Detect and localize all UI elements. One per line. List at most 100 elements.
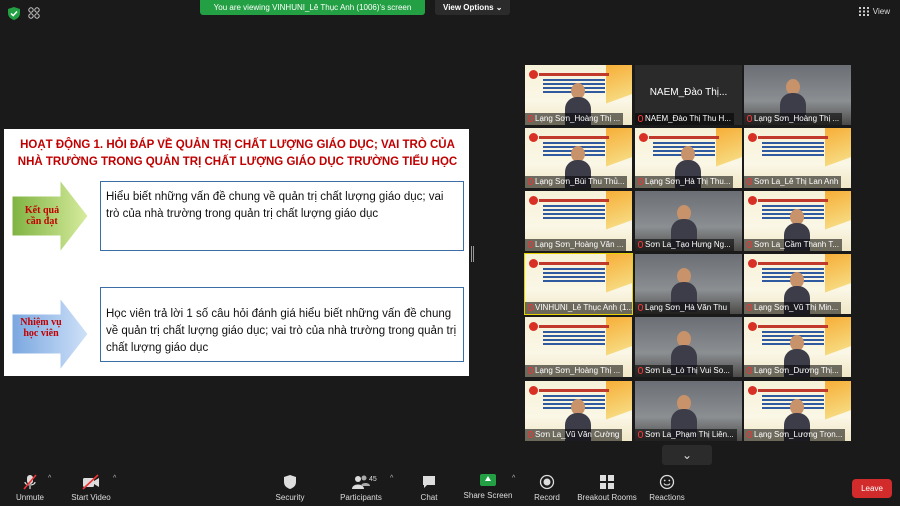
participant-tile[interactable]: Lạng Sơn_Vũ Thị Min...	[744, 254, 851, 314]
slide-heading-band	[649, 136, 719, 139]
video-options-caret-icon[interactable]: ^	[113, 475, 116, 482]
arrow-label-nhiem-vu: Nhiệm vụ học viên	[20, 317, 62, 339]
emblem-icon	[748, 386, 757, 395]
participants-icon	[352, 475, 370, 489]
microphone-muted-icon	[638, 304, 643, 311]
participant-name: Lạng Sơn_Vũ Thị Min...	[754, 303, 839, 312]
microphone-muted-icon	[528, 304, 533, 311]
microphone-muted-icon	[747, 178, 752, 185]
record-label: Record	[534, 493, 560, 502]
microphone-muted-icon	[638, 431, 643, 438]
participants-button[interactable]: Participants	[336, 474, 386, 502]
chat-button[interactable]: Chat	[414, 474, 444, 502]
slide-text-lines	[543, 395, 605, 397]
emblem-icon	[748, 196, 757, 205]
participant-name-label: Sơn La_Lê Thị Lan Anh	[744, 176, 842, 188]
participant-big-name: NAEM_Đào Thị...	[649, 87, 728, 98]
share-options-caret-icon[interactable]: ^	[512, 475, 515, 482]
share-screen-button[interactable]: Share Screen	[462, 474, 514, 500]
emblem-icon	[529, 133, 538, 142]
security-label: Security	[275, 493, 305, 502]
participant-name-label: Sơn La_Vũ Văn Cường	[525, 429, 623, 441]
emblem-icon	[748, 322, 757, 331]
breakout-rooms-label: Breakout Rooms	[577, 493, 637, 502]
participant-tile[interactable]: Sơn La_Vũ Văn Cường	[525, 381, 632, 441]
participant-name: Sơn La_Lò Thị Vui So...	[645, 366, 730, 375]
video-camera-off-icon	[82, 474, 99, 490]
participant-tile[interactable]: Sơn La_Cầm Thanh T...	[744, 191, 851, 251]
participant-name: Lạng Sơn_Hoàng Thị ...	[535, 114, 621, 123]
participant-name-label: Lạng Sơn_Hà Thị Thu...	[635, 176, 734, 188]
participant-name-label: Lạng Sơn_Bùi Thu Thủ...	[525, 176, 628, 188]
next-page-chevron-icon[interactable]: ⌄	[662, 445, 712, 465]
task-textbox: Học viên trả lời 1 số câu hỏi đánh giá h…	[100, 287, 464, 362]
view-button[interactable]: View	[858, 7, 890, 16]
participant-tile[interactable]: Lạng Sơn_Hoàng Thị ...	[744, 65, 851, 125]
participant-name: Sơn La_Vũ Văn Cường	[535, 430, 620, 439]
start-video-button[interactable]: Start Video	[68, 474, 114, 502]
participant-name-label: Lạng Sơn_Hoàng Thị ...	[525, 113, 624, 125]
participant-tile[interactable]: Lạng Sơn_Bùi Thu Thủ...	[525, 128, 632, 188]
participant-tile[interactable]: Lạng Sơn_Dương Thị...	[744, 317, 851, 377]
unmute-button[interactable]: Unmute	[12, 474, 48, 502]
participant-tile[interactable]: VINHUNI_Lê Thục Anh (1...	[524, 253, 633, 315]
microphone-muted-icon	[638, 241, 643, 248]
microphone-muted-icon	[747, 431, 752, 438]
participant-name: Lạng Sơn_Dương Thị...	[754, 366, 839, 375]
emblem-icon	[529, 322, 538, 331]
participant-name: Sơn La_Cầm Thanh T...	[754, 240, 839, 249]
chat-bubble-icon	[423, 476, 435, 488]
emblem-icon	[639, 133, 648, 142]
security-button[interactable]: Security	[272, 474, 308, 502]
microphone-muted-icon	[747, 367, 752, 374]
slide-text-lines	[543, 331, 605, 333]
record-icon	[539, 474, 555, 490]
audio-options-caret-icon[interactable]: ^	[48, 475, 51, 482]
slide-heading-band	[758, 325, 828, 328]
participant-name: Sơn La_Phạm Thị Liên...	[645, 430, 734, 439]
meeting-info-grid-icon[interactable]	[28, 7, 40, 19]
share-screen-icon	[480, 474, 496, 486]
slide-heading-band	[758, 136, 828, 139]
slide-title-line1: HOẠT ĐỘNG 1. HỎI ĐÁP VỀ QUẢN TRỊ CHẤT LƯ…	[20, 139, 455, 151]
participant-tile[interactable]: Lạng Sơn_Hà Văn Thu	[635, 254, 742, 314]
arrow-label-ket-qua: Kết quả cần đạt	[24, 205, 60, 227]
slide-title-line2: NHÀ TRƯỜNG TRONG QUẢN TRỊ CHẤT LƯỢNG GIÁ…	[17, 156, 458, 168]
participants-caret-icon[interactable]: ^	[390, 475, 393, 482]
participant-name-label: Lạng Sơn_Dương Thị...	[744, 365, 842, 377]
leave-button[interactable]: Leave	[852, 479, 892, 498]
participant-tile[interactable]: Lạng Sơn_Hoàng Thị ...	[525, 65, 632, 125]
breakout-rooms-button[interactable]: Breakout Rooms	[576, 474, 638, 502]
shield-check-icon[interactable]	[8, 7, 20, 20]
microphone-muted-icon	[528, 241, 533, 248]
participant-tile[interactable]: Sơn La_Lò Thị Vui So...	[635, 317, 742, 377]
slide-title: HOẠT ĐỘNG 1. HỎI ĐÁP VỀ QUẢN TRỊ CHẤT LƯ…	[10, 137, 465, 171]
participant-tile[interactable]: Lạng Sơn_Hà Thị Thu...	[635, 128, 742, 188]
participant-name: Lạng Sơn_Hà Thị Thu...	[645, 177, 731, 186]
microphone-muted-icon	[23, 474, 37, 490]
unmute-label: Unmute	[15, 493, 44, 502]
microphone-muted-icon	[528, 367, 533, 374]
slide-heading-band	[758, 199, 828, 202]
participant-name-label: Sơn La_Phạm Thị Liên...	[635, 429, 737, 441]
participant-tile[interactable]: Lạng Sơn_Hoàng Văn ...	[525, 191, 632, 251]
record-button[interactable]: Record	[530, 474, 564, 502]
participant-tile[interactable]: Sơn La_Phạm Thị Liên...	[635, 381, 742, 441]
slide-text-lines	[543, 268, 605, 270]
participant-tile[interactable]: Lạng Sơn_Hoàng Thị ...	[525, 317, 632, 377]
participant-tile[interactable]: Sơn La_Lê Thị Lan Anh	[744, 128, 851, 188]
participant-name-label: Sơn La_Lò Thị Vui So...	[635, 365, 733, 377]
participant-name: Sơn La_Lê Thị Lan Anh	[754, 177, 839, 186]
split-divider-handle[interactable]	[471, 246, 474, 262]
view-options-button[interactable]: View Options ⌄	[435, 0, 511, 15]
emblem-icon	[748, 259, 757, 268]
view-label: View	[872, 7, 890, 16]
participant-tile[interactable]: Lạng Sơn_Lương Trọn...	[744, 381, 851, 441]
participants-label: Participants	[340, 493, 382, 502]
participant-tile[interactable]: NAEM_Đào Thị... NAEM_Đào Thị Thu H...	[635, 65, 742, 125]
shared-screen-slide: HOẠT ĐỘNG 1. HỎI ĐÁP VỀ QUẢN TRỊ CHẤT LƯ…	[4, 129, 469, 376]
slide-text-lines	[543, 79, 605, 81]
slide-heading-band	[539, 325, 609, 328]
participant-tile[interactable]: Sơn La_Tạo Hưng Ng...	[635, 191, 742, 251]
reactions-button[interactable]: Reactions	[648, 474, 686, 502]
